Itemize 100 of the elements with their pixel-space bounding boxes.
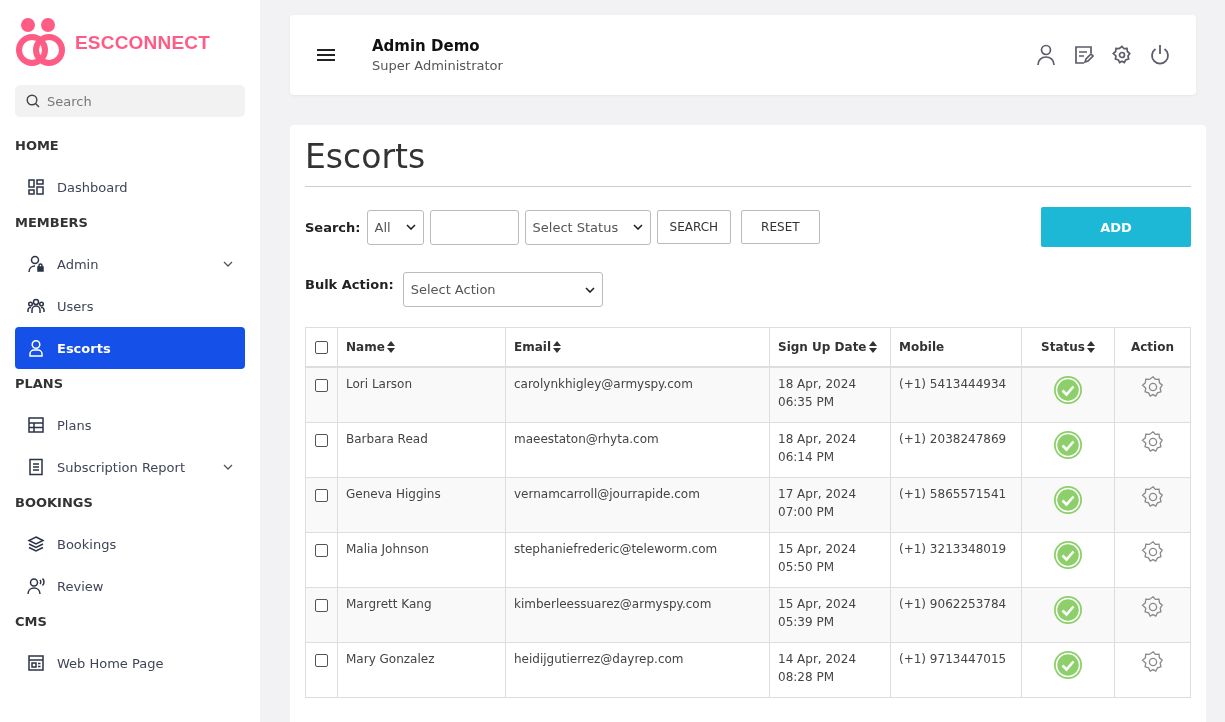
name-cell: Mary Gonzalez bbox=[346, 652, 435, 666]
nav-item[interactable]: Dashboard bbox=[15, 166, 245, 208]
dashboard-icon bbox=[27, 178, 45, 196]
mobile-cell: (+1) 5865571541 bbox=[899, 487, 1007, 501]
email-cell: stephaniefrederic@teleworm.com bbox=[514, 542, 718, 556]
name-cell: Lori Larson bbox=[346, 377, 413, 391]
mobile-cell: (+1) 3213348019 bbox=[899, 542, 1007, 556]
nav-item[interactable]: Web Home Page bbox=[15, 642, 245, 684]
signup-time: 07:00 PM bbox=[778, 504, 834, 521]
row-checkbox[interactable] bbox=[315, 489, 328, 502]
mobile-cell: (+1) 5413444934 bbox=[899, 377, 1007, 391]
row-checkbox[interactable] bbox=[315, 379, 328, 392]
nav-item[interactable]: Users bbox=[15, 285, 245, 327]
brand-name: ESCCONNECT bbox=[75, 31, 210, 54]
nav-item[interactable]: Plans bbox=[15, 404, 245, 446]
sort-icon[interactable] bbox=[386, 341, 395, 353]
bulk-action-select[interactable]: Select Action bbox=[402, 272, 603, 307]
mobile-cell: (+1) 2038247869 bbox=[899, 432, 1007, 446]
user-lock-icon bbox=[27, 255, 45, 273]
status-select[interactable]: Select Status bbox=[524, 209, 651, 245]
signup-date: 14 Apr, 2024 bbox=[778, 651, 856, 668]
row-checkbox[interactable] bbox=[315, 434, 328, 447]
settings-icon[interactable] bbox=[1140, 375, 1165, 399]
active-check-icon[interactable] bbox=[1053, 595, 1083, 625]
chevron-down-icon bbox=[584, 286, 595, 293]
layers-icon bbox=[27, 535, 45, 553]
nav-item[interactable]: Review bbox=[15, 565, 245, 607]
column-header[interactable]: Action bbox=[1130, 340, 1174, 354]
active-check-icon[interactable] bbox=[1053, 485, 1083, 515]
field-select[interactable]: All bbox=[366, 209, 424, 245]
settings-icon[interactable] bbox=[1140, 430, 1165, 454]
user-icon bbox=[27, 339, 45, 357]
section-heading: PLANS bbox=[15, 375, 65, 393]
mobile-cell: (+1) 9062253784 bbox=[899, 597, 1007, 611]
search-input[interactable] bbox=[429, 209, 519, 245]
user-name: Admin Demo bbox=[372, 37, 481, 55]
table-icon bbox=[27, 416, 45, 434]
search-button[interactable]: SEARCH bbox=[656, 210, 732, 244]
signup-date: 18 Apr, 2024 bbox=[778, 376, 856, 393]
signup-time: 08:28 PM bbox=[778, 669, 834, 686]
edit-note-icon[interactable] bbox=[1074, 45, 1094, 65]
select-all-checkbox[interactable] bbox=[315, 341, 328, 354]
settings-icon[interactable] bbox=[1140, 650, 1165, 674]
signup-time: 05:50 PM bbox=[778, 559, 834, 576]
column-header[interactable]: Status bbox=[1041, 340, 1085, 354]
email-cell: kimberleessuarez@armyspy.com bbox=[514, 597, 712, 611]
settings-icon[interactable] bbox=[1112, 45, 1132, 65]
profile-icon[interactable] bbox=[1036, 44, 1056, 66]
section-heading: BOOKINGS bbox=[15, 494, 94, 512]
section-heading: MEMBERS bbox=[15, 214, 89, 232]
signup-date: 18 Apr, 2024 bbox=[778, 431, 856, 448]
sort-icon[interactable] bbox=[868, 341, 877, 353]
search-field[interactable]: Search bbox=[15, 85, 245, 117]
signup-time: 06:35 PM bbox=[778, 394, 834, 411]
signup-date: 17 Apr, 2024 bbox=[778, 486, 856, 503]
row-checkbox[interactable] bbox=[315, 599, 328, 612]
chevron-down-icon bbox=[405, 224, 416, 230]
page-title: Escorts bbox=[305, 137, 1191, 187]
active-check-icon[interactable] bbox=[1053, 650, 1083, 680]
active-check-icon[interactable] bbox=[1053, 375, 1083, 405]
sort-icon[interactable] bbox=[1086, 341, 1095, 353]
settings-icon[interactable] bbox=[1140, 485, 1165, 509]
reset-button[interactable]: RESET bbox=[741, 210, 820, 244]
power-icon[interactable] bbox=[1150, 44, 1170, 66]
nav-item[interactable]: Bookings bbox=[15, 523, 245, 565]
search-icon bbox=[26, 94, 40, 108]
user-voice-icon bbox=[27, 577, 45, 595]
email-cell: carolynkhigley@armyspy.com bbox=[514, 377, 693, 391]
email-cell: maeestaton@rhyta.com bbox=[514, 432, 659, 446]
column-header[interactable]: Name bbox=[346, 340, 385, 354]
settings-icon[interactable] bbox=[1140, 540, 1165, 564]
name-cell: Malia Johnson bbox=[346, 542, 429, 556]
row-checkbox[interactable] bbox=[315, 544, 328, 557]
bulk-action-label: Bulk Action: bbox=[305, 277, 394, 292]
active-check-icon[interactable] bbox=[1053, 540, 1083, 570]
signup-time: 05:39 PM bbox=[778, 614, 834, 631]
menu-icon[interactable] bbox=[316, 48, 336, 62]
signup-date: 15 Apr, 2024 bbox=[778, 541, 856, 558]
name-cell: Margrett Kang bbox=[346, 597, 432, 611]
search-label: Search: bbox=[305, 219, 361, 235]
chevron-down-icon bbox=[632, 224, 643, 230]
settings-icon[interactable] bbox=[1140, 595, 1165, 619]
signup-date: 15 Apr, 2024 bbox=[778, 596, 856, 613]
nav-item[interactable]: Escorts bbox=[15, 327, 245, 369]
sort-icon[interactable] bbox=[553, 341, 562, 353]
name-cell: Barbara Read bbox=[346, 432, 428, 446]
document-icon bbox=[27, 458, 45, 476]
nav-item[interactable]: Subscription Report bbox=[15, 446, 245, 488]
row-checkbox[interactable] bbox=[315, 654, 328, 667]
active-check-icon[interactable] bbox=[1053, 430, 1083, 460]
column-header[interactable]: Email bbox=[514, 340, 552, 354]
section-heading: HOME bbox=[15, 137, 60, 155]
email-cell: heidijgutierrez@dayrep.com bbox=[514, 652, 684, 666]
signup-time: 06:14 PM bbox=[778, 449, 834, 466]
column-header[interactable]: Mobile bbox=[899, 340, 945, 354]
section-heading: CMS bbox=[15, 613, 48, 631]
nav-item[interactable]: Admin bbox=[15, 243, 245, 285]
page-icon bbox=[27, 654, 45, 672]
user-role: Super Administrator bbox=[372, 58, 503, 73]
email-cell: vernamcarroll@jourrapide.com bbox=[514, 487, 700, 501]
